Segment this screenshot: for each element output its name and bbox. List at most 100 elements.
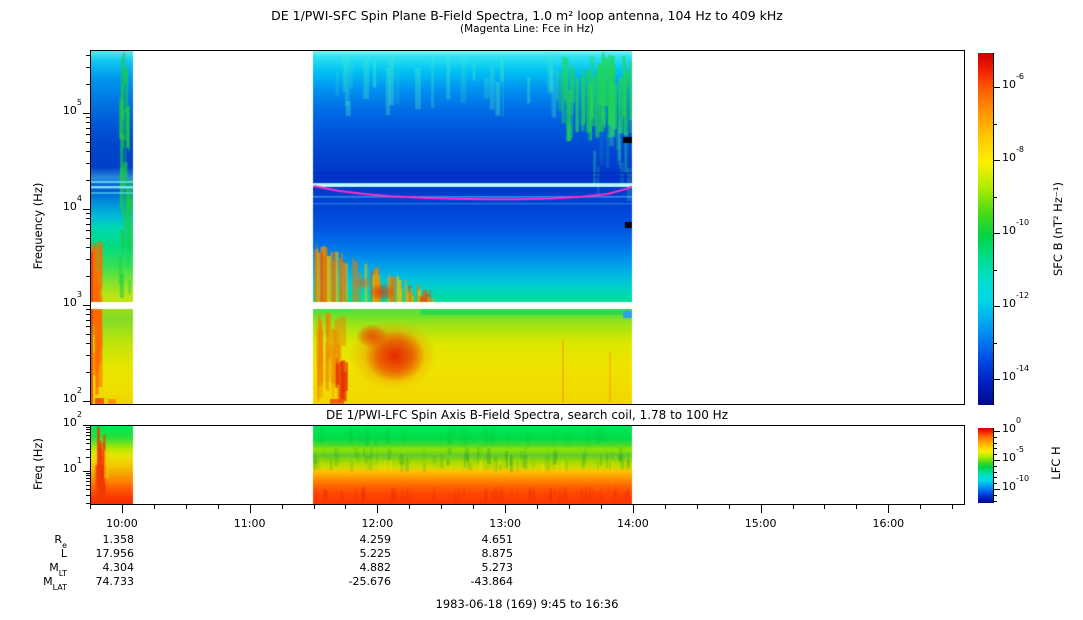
sfc-yaxis-minor-tick: [86, 117, 90, 119]
sfc-yaxis-minor-tick: [86, 276, 90, 278]
sfc-yaxis-tick-label: 105: [62, 98, 82, 117]
sfc-yaxis-minor-tick: [86, 67, 90, 69]
x-axis-tick-label: 16:00: [872, 517, 905, 530]
sfc-yaxis-minor-tick: [86, 343, 90, 345]
lfc-panel-title: DE 1/PWI-LFC Spin Axis B-Field Spectra, …: [325, 408, 729, 422]
sfc-colorbar-major-tick: [993, 233, 1000, 234]
lfc-yaxis-minor-tick: [86, 481, 90, 483]
lfc-spectrogram: [90, 425, 965, 505]
sfc-spectrogram: [90, 50, 965, 405]
annotation-value: 1.358: [102, 533, 135, 546]
sfc-colorbar-axis-line: [993, 53, 994, 405]
lfc-colorbar-minor-tick: [993, 448, 997, 450]
x-axis-tick-label: 15:00: [744, 517, 777, 530]
sfc-colorbar-label: SFC B (nT² Hz⁻¹): [1051, 181, 1065, 277]
lfc-colorbar-minor-tick: [993, 436, 997, 438]
lfc-colorbar-minor-tick: [993, 494, 997, 496]
annotation-row-label: Re: [54, 533, 67, 551]
sfc-yaxis-minor-tick: [86, 333, 90, 335]
sfc-yaxis-minor-tick: [86, 309, 90, 311]
lfc-yaxis-minor-tick: [86, 495, 90, 497]
sfc-yaxis-minor-tick: [86, 213, 90, 215]
annotation-value: 17.956: [95, 547, 135, 560]
x-axis-minor-tick: [345, 505, 347, 509]
sfc-colorbar-minor-tick: [993, 123, 997, 125]
sfc-yaxis-tick-label: 102: [62, 386, 82, 405]
lfc-colorbar-minor-tick: [993, 500, 997, 502]
annotation-value: 4.882: [359, 561, 392, 574]
x-axis-tick-label: 10:00: [106, 517, 138, 530]
annotation-row-label: MLT: [49, 561, 67, 579]
sfc-yaxis-major-tick: [83, 305, 90, 306]
sfc-yaxis-minor-tick: [86, 151, 90, 153]
lfc-colorbar-tick-label: 10-10: [1002, 474, 1030, 493]
x-axis-minor-tick: [792, 505, 794, 509]
lfc-yaxis-minor-tick: [86, 503, 90, 505]
x-axis-minor-tick: [537, 505, 539, 509]
x-axis-minor-tick: [696, 505, 698, 509]
x-axis-minor-tick: [409, 505, 411, 509]
x-axis-tick-label: 11:00: [233, 517, 266, 530]
x-axis-minor-tick: [473, 505, 475, 509]
sfc-colorbar-major-tick: [993, 306, 1000, 307]
x-axis-major-tick: [249, 505, 251, 513]
x-axis-minor-tick: [281, 505, 283, 509]
x-axis-minor-tick: [153, 505, 155, 509]
sfc-yaxis-minor-tick: [86, 218, 90, 220]
sfc-panel-subtitle: (Magenta Line: Fce in Hz): [459, 23, 595, 35]
lfc-yaxis-minor-tick: [86, 478, 90, 480]
x-axis-tick-label: 13:00: [489, 517, 521, 530]
lfc-yaxis-minor-tick: [86, 473, 90, 475]
sfc-colorbar-tick-label: 10-10: [1002, 218, 1030, 237]
x-axis-minor-tick: [313, 505, 315, 509]
sfc-colorbar-minor-tick: [993, 269, 997, 271]
x-axis-minor-tick: [569, 505, 570, 509]
x-axis-major-tick: [377, 505, 379, 513]
lfc-yaxis-major-tick: [83, 425, 90, 426]
lfc-yaxis-tick-label: 101: [62, 456, 82, 475]
sfc-colorbar-major-tick: [993, 87, 1000, 88]
annotation-row-label: MLAT: [43, 575, 67, 593]
sfc-yaxis-minor-tick: [86, 55, 90, 57]
sfc-colorbar-minor-tick: [993, 196, 997, 198]
lfc-colorbar-major-tick: [993, 489, 1000, 490]
lfc-colorbar-minor-tick: [993, 442, 997, 444]
sfc-colorbar: [978, 53, 993, 405]
x-axis-minor-tick: [90, 505, 91, 509]
lfc-colorbar-minor-tick: [993, 454, 997, 456]
sfc-yaxis-minor-tick: [86, 372, 90, 374]
sfc-colorbar-minor-tick: [993, 342, 997, 344]
lfc-colorbar-label: LFC H: [1049, 446, 1063, 480]
x-axis-major-tick: [888, 505, 890, 513]
annotation-value: 74.733: [95, 575, 135, 588]
annotation-value: 4.259: [359, 533, 392, 546]
sfc-colorbar-major-tick: [993, 160, 1000, 161]
x-axis-tick-label: 12:00: [361, 517, 394, 530]
x-axis-major-tick: [760, 505, 762, 513]
x-axis-minor-tick: [824, 505, 826, 509]
lfc-yaxis-major-tick: [83, 471, 90, 472]
lfc-yaxis-minor-tick: [86, 435, 90, 437]
x-axis-minor-tick: [664, 505, 666, 509]
spectrogram-page: DE 1/PWI-SFC Spin Plane B-Field Spectra,…: [0, 0, 1083, 620]
lfc-colorbar-tick-label: 10-5: [1002, 445, 1024, 464]
sfc-yaxis-minor-tick: [86, 230, 90, 232]
sfc-yaxis-minor-tick: [86, 180, 90, 182]
sfc-yaxis-minor-tick: [86, 223, 90, 225]
sfc-yaxis-minor-tick: [86, 314, 90, 316]
annotation-value: 5.225: [359, 547, 392, 560]
sfc-yaxis-major-tick: [83, 401, 90, 402]
annotation-value: 8.875: [481, 547, 514, 560]
sfc-yaxis-minor-tick: [86, 326, 90, 328]
x-axis-minor-tick: [185, 505, 187, 509]
annotation-value: -43.864: [470, 575, 513, 588]
lfc-colorbar: [978, 428, 993, 503]
time-range-caption: 1983-06-18 (169) 9:45 to 16:36: [435, 597, 619, 611]
x-axis-tick-label: 14:00: [617, 517, 649, 530]
x-axis-minor-tick: [600, 505, 602, 509]
x-axis-major-tick: [632, 505, 634, 513]
sfc-yaxis-minor-tick: [86, 259, 90, 261]
sfc-yaxis-minor-tick: [86, 134, 90, 136]
lfc-yaxis-minor-tick: [86, 475, 90, 477]
lfc-yaxis-minor-tick: [86, 457, 90, 459]
